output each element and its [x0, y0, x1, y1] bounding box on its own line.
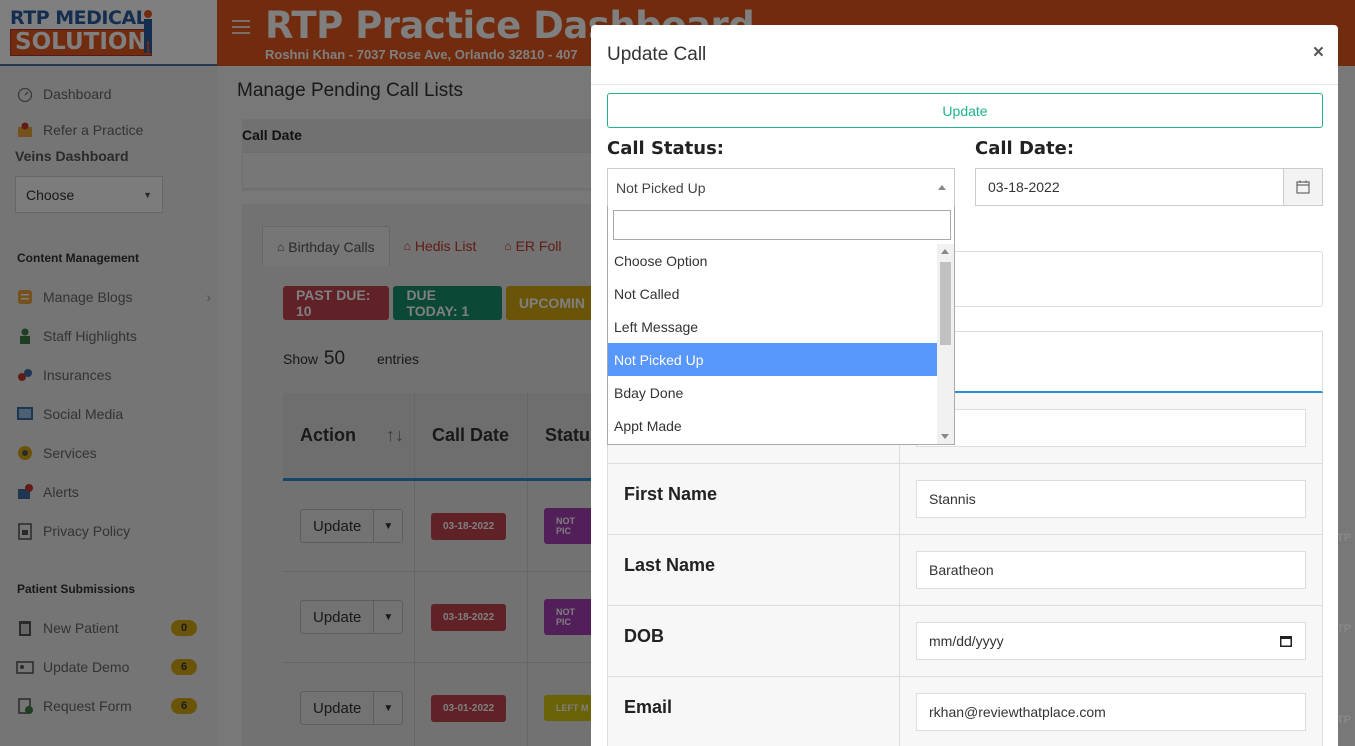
dropdown-option-bday-done[interactable]: Bday Done: [608, 376, 938, 409]
field-label: Last Name: [608, 535, 900, 605]
call-date-input[interactable]: 03-18-2022: [975, 168, 1323, 206]
close-icon[interactable]: ×: [1313, 42, 1324, 64]
scroll-up-icon[interactable]: [941, 249, 949, 254]
call-status-label: Call Status:: [607, 138, 725, 159]
dropdown-option-left-message[interactable]: Left Message: [608, 310, 938, 343]
caret-up-icon: [938, 185, 946, 190]
modal-header: Update Call ×: [591, 25, 1338, 85]
scroll-thumb[interactable]: [940, 262, 951, 345]
field-row-first-name: First Name Stannis: [607, 464, 1323, 535]
field-row-last-name: Last Name Baratheon: [607, 535, 1323, 606]
calendar-icon[interactable]: [1283, 169, 1322, 205]
dropdown-option-not-called[interactable]: Not Called: [608, 277, 938, 310]
background-peek-text: TP: [1337, 714, 1352, 726]
calendar-icon[interactable]: [1279, 634, 1293, 648]
email-input[interactable]: rkhan@reviewthatplace.com: [916, 693, 1306, 731]
background-peek-text: TP: [1337, 623, 1352, 635]
call-status-dropdown: Choose Option Not Called Left Message No…: [607, 206, 955, 445]
call-status-value: Not Picked Up: [616, 179, 706, 196]
dob-input[interactable]: mm/dd/yyyy: [916, 622, 1306, 660]
first-name-input[interactable]: Stannis: [916, 480, 1306, 518]
scroll-down-icon[interactable]: [941, 434, 949, 439]
background-peek-text: TP: [1337, 532, 1352, 544]
dropdown-search-input[interactable]: [613, 210, 951, 240]
field-row-dob: DOB mm/dd/yyyy: [607, 606, 1323, 677]
patient-fields-table: -1 First Name Stannis Last Name Baratheo…: [607, 393, 1323, 746]
field-label: Email: [608, 677, 900, 746]
dropdown-scrollbar[interactable]: [937, 244, 954, 444]
update-button[interactable]: Update: [607, 93, 1323, 128]
modal-title: Update Call: [607, 44, 707, 65]
dropdown-option-not-picked-up[interactable]: Not Picked Up: [608, 343, 938, 376]
dropdown-option-appt-made[interactable]: Appt Made: [608, 409, 938, 442]
field-label: First Name: [608, 464, 900, 534]
call-status-select[interactable]: Not Picked Up: [607, 168, 955, 206]
last-name-input[interactable]: Baratheon: [916, 551, 1306, 589]
call-date-label: Call Date:: [975, 138, 1075, 159]
dropdown-options: Choose Option Not Called Left Message No…: [608, 244, 938, 442]
call-date-value[interactable]: 03-18-2022: [976, 169, 1283, 205]
field-row-email: Email rkhan@reviewthatplace.com: [607, 677, 1323, 746]
id-input[interactable]: -1: [916, 409, 1306, 447]
field-label: DOB: [608, 606, 900, 676]
dropdown-option-choose[interactable]: Choose Option: [608, 244, 938, 277]
